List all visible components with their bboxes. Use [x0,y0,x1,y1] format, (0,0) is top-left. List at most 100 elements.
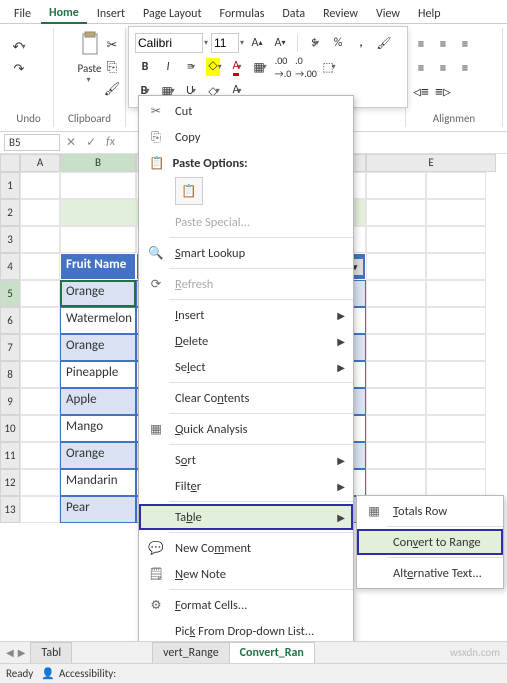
ctx-smart-lookup[interactable]: 🔍Smart Lookup [139,240,353,266]
indent-decrease-icon[interactable]: ◁≡ [412,83,430,101]
cell[interactable] [366,199,426,226]
cell[interactable] [426,415,486,442]
col-head[interactable]: E [366,154,496,172]
menu-home[interactable]: Home [41,4,87,24]
cell[interactable] [426,280,486,307]
ctx-clear[interactable]: Clear Contents [139,385,353,411]
sheet-nav[interactable]: ◀▶ [0,646,31,659]
align-bottom-icon[interactable]: ≡ [456,35,474,53]
ctx-filter[interactable]: Filter▶ [139,473,353,499]
row-head[interactable]: 2 [0,199,20,226]
cell[interactable] [426,361,486,388]
col-head[interactable]: B [60,154,136,172]
comma-icon[interactable]: , [351,33,371,53]
undo-button[interactable]: ↶▾ [10,38,28,56]
submenu-totals[interactable]: ▦Totals Row [357,498,503,524]
menu-review[interactable]: Review [315,5,366,23]
align-icon[interactable]: ≡▾ [181,57,201,77]
redo-button[interactable]: ↷ [10,60,28,78]
cell[interactable] [366,388,426,415]
cell[interactable] [20,280,60,307]
decrease-font-icon[interactable]: A▾ [270,33,290,53]
align-center-icon[interactable]: ≡ [434,59,452,77]
cell[interactable] [426,388,486,415]
chevron-down-icon[interactable]: ▾ [240,38,244,48]
cell[interactable] [20,172,60,199]
table-header[interactable]: Fruit Name [60,253,136,280]
table-cell[interactable]: Watermelon [60,307,136,334]
currency-icon[interactable]: $▾ [305,33,325,53]
italic-icon[interactable]: I [158,57,178,77]
table-cell[interactable]: Orange [60,442,136,469]
paste-default-icon[interactable]: 📋 [175,177,203,205]
menu-formulas[interactable]: Formulas [211,5,272,23]
row-head[interactable]: 12 [0,469,20,496]
borders-icon[interactable]: ▦▾ [250,57,270,77]
chevron-down-icon[interactable]: ▾ [204,38,208,48]
row-head[interactable]: 13 [0,496,20,523]
cell[interactable] [426,334,486,361]
align-middle-icon[interactable]: ≡ [434,35,452,53]
bold-icon[interactable]: B [135,57,155,77]
row-head[interactable]: 10 [0,415,20,442]
submenu-alt-text[interactable]: Alternative Text... [357,560,503,586]
cell[interactable] [426,469,486,496]
cell[interactable] [20,199,60,226]
row-head[interactable]: 7 [0,334,20,361]
decimal-decrease-icon[interactable]: .0→.00 [296,57,316,77]
cell[interactable] [366,226,426,253]
accessibility-status[interactable]: 👤Accessibility: [41,667,116,680]
cell[interactable] [20,226,60,253]
table-cell[interactable]: Pineapple [60,361,136,388]
ctx-format-cells[interactable]: ⚙Format Cells... [139,592,353,618]
align-left-icon[interactable]: ≡ [412,59,430,77]
cell[interactable] [366,442,426,469]
table-cell[interactable]: Orange [60,280,136,307]
ctx-sort[interactable]: Sort▶ [139,447,353,473]
cell[interactable] [60,226,136,253]
ctx-select[interactable]: Select▶ [139,354,353,380]
indent-increase-icon[interactable]: ≡▷ [434,83,452,101]
table-cell[interactable]: Mandarin [60,469,136,496]
ctx-copy[interactable]: ⎘Copy [139,124,353,150]
align-top-icon[interactable]: ≡ [412,35,430,53]
ctx-new-comment[interactable]: 💬New Comment [139,535,353,561]
cell[interactable] [20,388,60,415]
cut-icon[interactable]: ✂ [103,36,121,54]
select-all-corner[interactable] [0,154,20,172]
table-cell[interactable]: Orange [60,334,136,361]
menu-pagelayout[interactable]: Page Layout [135,5,209,23]
ctx-table[interactable]: Table▶ [139,504,353,530]
fill-color-icon[interactable]: ◇▾ [204,57,224,77]
table-cell[interactable]: Pear [60,496,136,523]
cell[interactable] [20,496,60,523]
cell[interactable] [366,334,426,361]
ctx-delete[interactable]: Delete▶ [139,328,353,354]
cell[interactable] [366,469,426,496]
menu-help[interactable]: Help [410,5,449,23]
row-head[interactable]: 8 [0,361,20,388]
cancel-icon[interactable]: ✕ [66,135,76,150]
cell[interactable] [366,361,426,388]
font-color-icon[interactable]: A▾ [227,57,247,77]
cell[interactable] [366,253,426,280]
row-head[interactable]: 6 [0,307,20,334]
cell[interactable] [20,442,60,469]
cell[interactable] [20,361,60,388]
align-right-icon[interactable]: ≡ [456,59,474,77]
cell[interactable] [20,307,60,334]
sheet-tab[interactable]: Convert_Ran [229,642,315,664]
ctx-insert[interactable]: Insert▶ [139,302,353,328]
cell[interactable] [426,199,486,226]
menu-view[interactable]: View [368,5,408,23]
cell[interactable] [426,226,486,253]
copy-icon[interactable]: ⎘ [103,58,121,76]
menu-data[interactable]: Data [274,5,313,23]
cell[interactable] [20,415,60,442]
cell[interactable] [426,253,486,280]
font-size-select[interactable] [211,33,239,53]
percent-icon[interactable]: % [328,33,348,53]
table-cell[interactable]: Apple [60,388,136,415]
increase-font-icon[interactable]: A▴ [247,33,267,53]
cell[interactable] [366,307,426,334]
